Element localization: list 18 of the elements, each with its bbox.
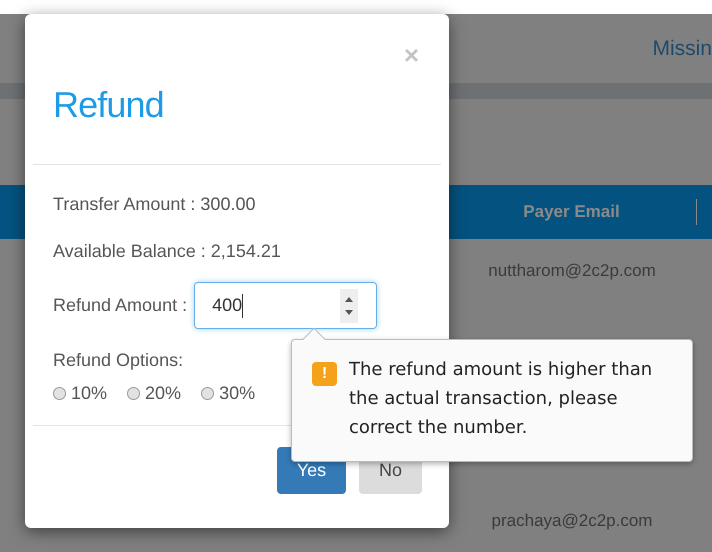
table-cell-text: prachaya@2c2p.com: [490, 510, 654, 532]
dialog-title: Refund: [53, 83, 164, 127]
radio-button[interactable]: [127, 387, 140, 400]
info-text: Transfer Amount : 300.00: [53, 193, 256, 216]
option-label: 10%: [71, 382, 108, 405]
option-label: 20%: [145, 382, 182, 405]
header-link[interactable]: Missin: [652, 32, 712, 64]
field-label: Refund Amount :: [53, 294, 188, 317]
option-label: 30%: [219, 382, 256, 405]
info-text: Available Balance : 2,154.21: [53, 240, 282, 263]
spinner-icon[interactable]: [340, 288, 358, 322]
refund-amount-field[interactable]: 400: [194, 282, 378, 329]
radio-button[interactable]: [201, 387, 214, 400]
radio-button[interactable]: [53, 387, 66, 400]
table-cell-text: nuttharom@2c2p.com: [487, 260, 657, 282]
warning-icon: !: [312, 362, 337, 386]
field-label: Refund Options:: [53, 349, 184, 372]
tooltip-message: The refund amount is higher than the actual transaction, please correct the number.: [349, 358, 654, 440]
